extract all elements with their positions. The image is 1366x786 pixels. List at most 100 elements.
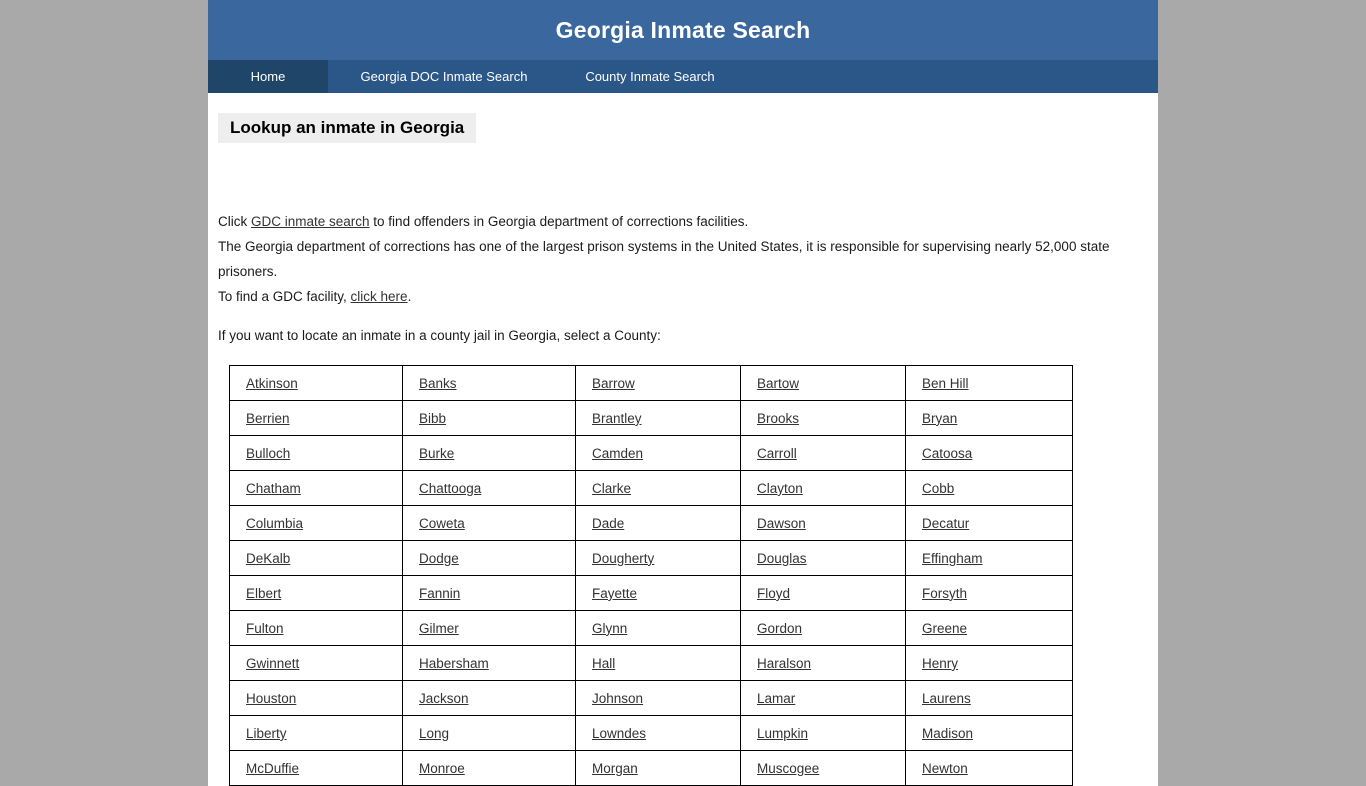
county-link-banks[interactable]: Banks [419, 376, 457, 391]
county-cell: Dawson [740, 505, 906, 542]
county-cell: Cobb [905, 470, 1073, 507]
county-cell: Fannin [402, 575, 576, 612]
county-link-ben-hill[interactable]: Ben Hill [922, 376, 969, 391]
county-link-fannin[interactable]: Fannin [419, 586, 460, 601]
county-link-dougherty[interactable]: Dougherty [592, 551, 654, 566]
county-link-muscogee[interactable]: Muscogee [757, 761, 819, 776]
county-link-lowndes[interactable]: Lowndes [592, 726, 646, 741]
county-link-douglas[interactable]: Douglas [757, 551, 807, 566]
section-heading: Lookup an inmate in Georgia [218, 113, 477, 144]
county-link-lamar[interactable]: Lamar [757, 691, 795, 706]
county-cell: Decatur [905, 505, 1073, 542]
county-cell: Madison [905, 715, 1073, 752]
county-link-gilmer[interactable]: Gilmer [419, 621, 459, 636]
paragraph-find-facility: To find a GDC facility, click here. [218, 284, 1133, 309]
county-link-dade[interactable]: Dade [592, 516, 624, 531]
county-link-glynn[interactable]: Glynn [592, 621, 627, 636]
county-link-monroe[interactable]: Monroe [419, 761, 465, 776]
county-link-johnson[interactable]: Johnson [592, 691, 643, 706]
county-cell: Glynn [575, 610, 741, 647]
county-link-gordon[interactable]: Gordon [757, 621, 802, 636]
page-title: Georgia Inmate Search [555, 16, 811, 43]
county-link-barrow[interactable]: Barrow [592, 376, 635, 391]
county-link-decatur[interactable]: Decatur [922, 516, 969, 531]
county-link-clarke[interactable]: Clarke [592, 481, 631, 496]
county-cell: Laurens [905, 680, 1073, 717]
county-link-brantley[interactable]: Brantley [592, 411, 642, 426]
county-cell: Henry [905, 645, 1073, 682]
county-link-columbia[interactable]: Columbia [246, 516, 303, 531]
county-cell: Carroll [740, 435, 906, 472]
county-link-bulloch[interactable]: Bulloch [246, 446, 290, 461]
county-link-clayton[interactable]: Clayton [757, 481, 803, 496]
county-cell: Jackson [402, 680, 576, 717]
county-link-camden[interactable]: Camden [592, 446, 643, 461]
county-link-fayette[interactable]: Fayette [592, 586, 637, 601]
county-cell: Clayton [740, 470, 906, 507]
county-link-habersham[interactable]: Habersham [419, 656, 489, 671]
county-link-floyd[interactable]: Floyd [757, 586, 790, 601]
county-cell: Effingham [905, 540, 1073, 577]
county-link-dawson[interactable]: Dawson [757, 516, 806, 531]
county-cell: Atkinson [229, 365, 403, 402]
county-cell: Banks [402, 365, 576, 402]
county-link-berrien[interactable]: Berrien [246, 411, 290, 426]
county-cell: Gordon [740, 610, 906, 647]
county-link-catoosa[interactable]: Catoosa [922, 446, 972, 461]
county-link-effingham[interactable]: Effingham [922, 551, 983, 566]
county-cell: Fulton [229, 610, 403, 647]
nav-item-home[interactable]: Home [208, 60, 328, 93]
county-link-dodge[interactable]: Dodge [419, 551, 459, 566]
county-link-dekalb[interactable]: DeKalb [246, 551, 290, 566]
county-link-carroll[interactable]: Carroll [757, 446, 797, 461]
county-cell: Fayette [575, 575, 741, 612]
county-cell: Bartow [740, 365, 906, 402]
county-link-long[interactable]: Long [419, 726, 449, 741]
county-link-forsyth[interactable]: Forsyth [922, 586, 967, 601]
county-link-newton[interactable]: Newton [922, 761, 968, 776]
county-link-cobb[interactable]: Cobb [922, 481, 954, 496]
county-link-houston[interactable]: Houston [246, 691, 296, 706]
county-link-henry[interactable]: Henry [922, 656, 958, 671]
paragraph-text-after: to find offenders in Georgia department … [369, 214, 749, 230]
county-link-fulton[interactable]: Fulton [246, 621, 284, 636]
county-cell: Liberty [229, 715, 403, 752]
click-here-link[interactable]: click here [351, 289, 408, 304]
table-row: Liberty Long Lowndes Lumpkin Madison [229, 715, 1073, 752]
gdc-inmate-search-link[interactable]: GDC inmate search [251, 214, 370, 229]
county-link-chattooga[interactable]: Chattooga [419, 481, 481, 496]
county-cell: Bryan [905, 400, 1073, 437]
county-link-coweta[interactable]: Coweta [419, 516, 465, 531]
county-link-madison[interactable]: Madison [922, 726, 973, 741]
county-link-bibb[interactable]: Bibb [419, 411, 446, 426]
table-row: Atkinson Banks Barrow Bartow Ben Hill [229, 365, 1073, 402]
county-link-liberty[interactable]: Liberty [246, 726, 287, 741]
county-link-lumpkin[interactable]: Lumpkin [757, 726, 808, 741]
county-link-haralson[interactable]: Haralson [757, 656, 811, 671]
nav-item-georgia-doc-inmate-search[interactable]: Georgia DOC Inmate Search [328, 60, 560, 93]
county-link-brooks[interactable]: Brooks [757, 411, 799, 426]
county-link-gwinnett[interactable]: Gwinnett [246, 656, 299, 671]
county-cell: Chatham [229, 470, 403, 507]
county-link-elbert[interactable]: Elbert [246, 586, 281, 601]
county-link-bryan[interactable]: Bryan [922, 411, 957, 426]
county-link-hall[interactable]: Hall [592, 656, 615, 671]
county-cell: Dodge [402, 540, 576, 577]
county-link-burke[interactable]: Burke [419, 446, 454, 461]
county-link-greene[interactable]: Greene [922, 621, 967, 636]
county-link-chatham[interactable]: Chatham [246, 481, 301, 496]
county-link-jackson[interactable]: Jackson [419, 691, 469, 706]
site-header: Georgia Inmate Search [208, 0, 1158, 60]
county-cell: Barrow [575, 365, 741, 402]
nav-item-county-inmate-search[interactable]: County Inmate Search [560, 60, 740, 93]
county-cell: Lowndes [575, 715, 741, 752]
table-row: DeKalb Dodge Dougherty Douglas Effingham [229, 540, 1073, 577]
county-link-atkinson[interactable]: Atkinson [246, 376, 298, 391]
facility-text-before: To find a GDC facility, [218, 289, 351, 305]
county-link-mcduffie[interactable]: McDuffie [246, 761, 299, 776]
county-cell: Habersham [402, 645, 576, 682]
paragraph-select-county: If you want to locate an inmate in a cou… [218, 328, 661, 344]
county-link-morgan[interactable]: Morgan [592, 761, 638, 776]
county-link-laurens[interactable]: Laurens [922, 691, 971, 706]
county-link-bartow[interactable]: Bartow [757, 376, 799, 391]
